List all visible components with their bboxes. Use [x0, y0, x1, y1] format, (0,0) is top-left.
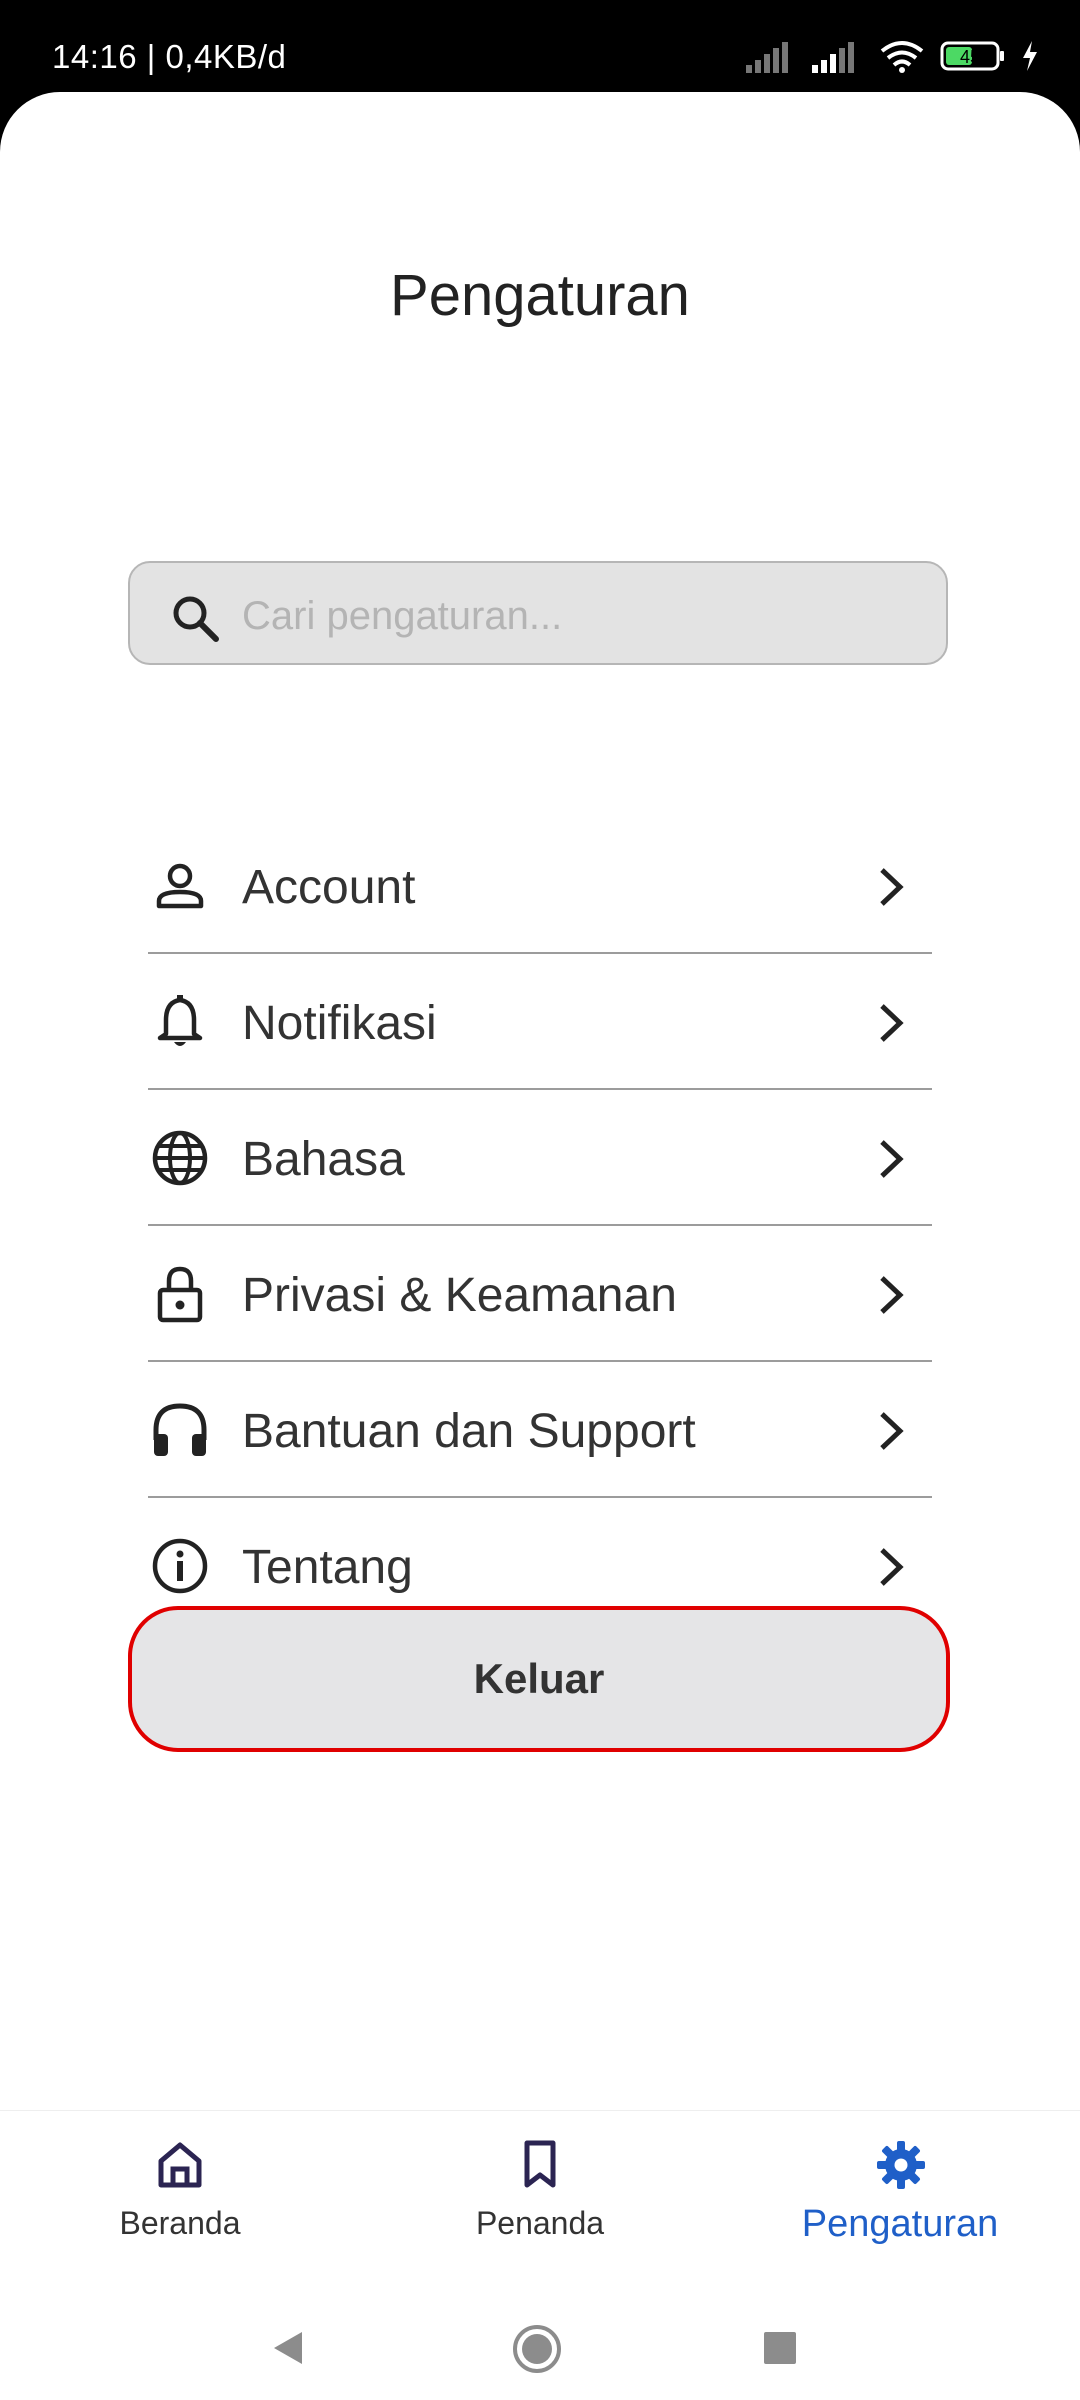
menu-label: Tentang [242, 1541, 413, 1594]
menu-item-notifikasi[interactable]: Notifikasi [148, 954, 932, 1090]
menu-item-account[interactable]: Account [148, 818, 932, 954]
home-icon [158, 2142, 202, 2188]
status-time: 14:16 | 0,4KB/d [52, 38, 287, 75]
logout-button[interactable]: Keluar [128, 1606, 950, 1752]
menu-label: Bahasa [242, 1133, 405, 1186]
tab-penanda[interactable]: Penanda [360, 2111, 720, 2291]
page-title: Pengaturan [390, 263, 690, 328]
signal-icon [746, 42, 788, 73]
chevron-right-icon [880, 1548, 904, 1586]
wifi-icon [880, 41, 924, 73]
menu-label: Privasi & Keamanan [242, 1269, 677, 1322]
menu-item-privasi[interactable]: Privasi & Keamanan [148, 1226, 932, 1362]
menu-item-bahasa[interactable]: Bahasa [148, 1090, 932, 1226]
status-bar: 14:16 | 0,4KB/d 45 [0, 0, 1080, 100]
chevron-right-icon [880, 868, 904, 906]
tab-label: Beranda [119, 2205, 241, 2241]
search-placeholder: Cari pengaturan... [242, 594, 563, 638]
bottom-navigation: Beranda Penanda Pengaturan [0, 2110, 1080, 2291]
battery-icon: 45 [940, 41, 1004, 71]
chevron-right-icon [880, 1140, 904, 1178]
search-icon [173, 596, 219, 642]
tab-beranda[interactable]: Beranda [0, 2111, 360, 2291]
tab-label: Pengaturan [801, 2203, 999, 2245]
signal-icon-2 [812, 42, 854, 73]
battery-level: 45 [960, 47, 980, 67]
settings-menu: Account Notifikasi Bahasa Privasi & Keam… [148, 818, 932, 1634]
menu-label: Notifikasi [242, 997, 437, 1050]
menu-label: Account [242, 861, 416, 914]
logout-label: Keluar [473, 1655, 605, 1702]
settings-screen: Pengaturan Cari pengaturan... Account No… [0, 92, 1080, 2400]
menu-label: Bantuan dan Support [242, 1405, 696, 1458]
tab-label: Penanda [475, 2205, 605, 2241]
status-icons: 45 [746, 34, 1040, 78]
back-icon[interactable] [270, 2328, 306, 2368]
lock-icon [157, 1266, 203, 1323]
charging-icon [1023, 41, 1037, 71]
info-icon [152, 1538, 208, 1594]
headphones-icon [153, 1403, 207, 1456]
person-icon [156, 863, 204, 909]
chevron-right-icon [880, 1004, 904, 1042]
bookmark-icon [524, 2140, 556, 2188]
home-button-icon[interactable] [512, 2324, 562, 2374]
gear-icon [877, 2141, 925, 2189]
chevron-right-icon [880, 1276, 904, 1314]
chevron-right-icon [880, 1412, 904, 1450]
menu-item-bantuan[interactable]: Bantuan dan Support [148, 1362, 932, 1498]
globe-icon [152, 1130, 208, 1186]
recents-icon[interactable] [762, 2330, 798, 2366]
tab-pengaturan[interactable]: Pengaturan [720, 2111, 1080, 2291]
bell-icon [157, 995, 203, 1046]
system-navigation-bar [0, 2290, 1080, 2400]
search-input[interactable]: Cari pengaturan... [128, 561, 948, 665]
